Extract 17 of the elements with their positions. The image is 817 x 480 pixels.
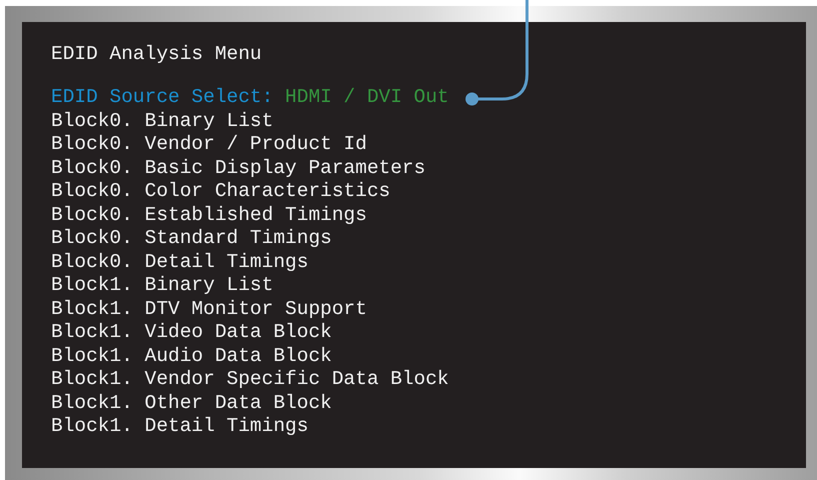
menu-item[interactable]: Block1. Binary List [51,274,274,298]
source-value: HDMI / DVI Out [285,86,449,108]
menu-item[interactable]: Block0. Color Characteristics [51,180,390,204]
menu-item[interactable]: Block1. Detail Timings [51,415,308,438]
menu-item[interactable]: Block0. Vendor / Product Id [51,133,367,156]
menu-item[interactable]: Block1. Other Data Block [51,392,332,415]
menu-item[interactable]: Block0. Detail Timings [51,250,308,274]
menu-title: EDID Analysis Menu [51,43,263,66]
source-label: EDID Source Select: [51,86,274,108]
menu-item[interactable]: Block0. Basic Display Parameters [51,156,426,180]
menu-item[interactable]: Block0. Established Timings [51,204,367,227]
menu-item[interactable]: Block1. Vendor Specific Data Block [51,368,449,392]
menu-item[interactable]: Block0. Standard Timings [51,227,332,250]
menu-item[interactable]: Block1. Audio Data Block [51,344,332,368]
menu-item[interactable]: Block0. Binary List [51,110,274,133]
menu-item[interactable]: Block1. DTV Monitor Support [51,298,367,321]
menu-item[interactable]: Block1. Video Data Block [51,321,332,344]
